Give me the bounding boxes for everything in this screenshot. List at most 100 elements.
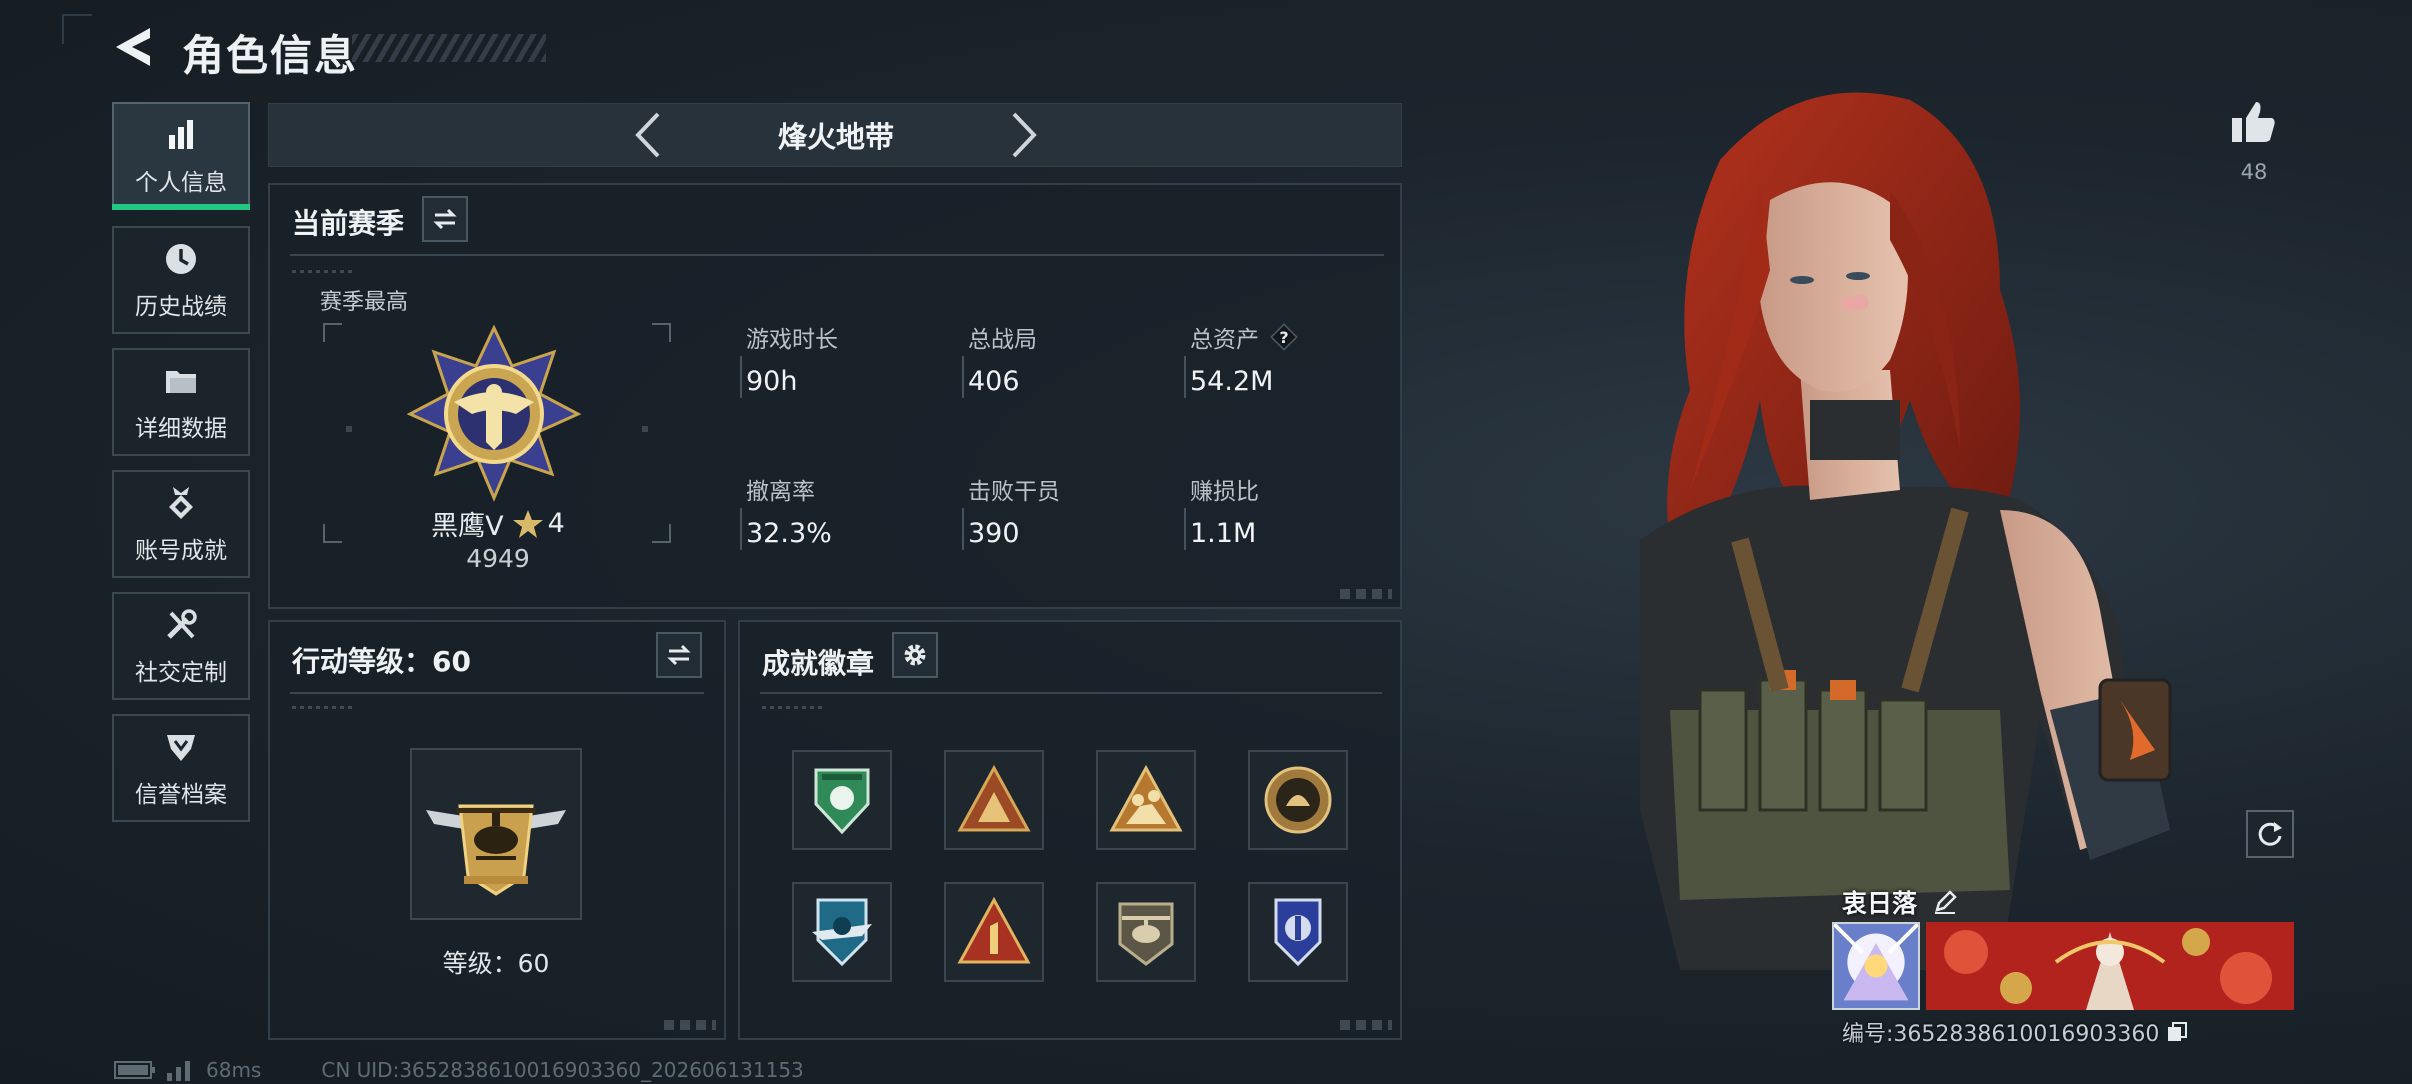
dash-decoration (292, 706, 352, 709)
season-switch-button[interactable] (422, 196, 468, 242)
stat-label: 总战局 (968, 327, 1037, 353)
sidebar-item-social[interactable]: 社交定制 (112, 592, 250, 700)
rotate-model-button[interactable] (2246, 810, 2294, 858)
avatar[interactable] (1832, 922, 1920, 1010)
stat-value: 54.2M (1190, 366, 1274, 397)
sidebar-item-label: 个人信息 (135, 170, 227, 196)
badge-slot[interactable] (1096, 750, 1196, 850)
corner-decoration (664, 1020, 716, 1030)
level-caption: 等级：60 (442, 949, 550, 978)
badge-slot[interactable] (944, 882, 1044, 982)
badge-slot[interactable] (1096, 882, 1196, 982)
mode-next-button[interactable] (1004, 110, 1044, 160)
help-question-icon[interactable]: ? (1269, 322, 1299, 352)
helicopter-wings-emblem-icon (426, 804, 566, 896)
stat-divider (1184, 356, 1186, 398)
history-clock-icon (166, 244, 196, 274)
stat-divider (740, 508, 742, 550)
season-best-label: 赛季最高 (320, 290, 409, 315)
divider (290, 692, 704, 694)
blue-crest-badge-icon (1274, 898, 1322, 967)
sidebar-item-label: 账号成就 (135, 538, 227, 564)
corner-decoration (1340, 1020, 1392, 1030)
stat-divider (740, 356, 742, 398)
mountain-triangle-badge-icon (957, 764, 1031, 832)
badges-settings-button[interactable] (892, 632, 938, 678)
name-card-banner[interactable] (1926, 922, 2294, 1010)
achievement-medal-icon (169, 487, 193, 519)
divider (290, 254, 1384, 256)
gold-coin-badge-icon (1264, 766, 1332, 834)
badge-slot[interactable] (1248, 750, 1348, 850)
sidebar-item-achievements[interactable]: 账号成就 (112, 470, 250, 578)
number-one-triangle-badge-icon (957, 896, 1031, 964)
player-id: 编号:3652838610016903360 (1842, 1022, 2160, 1047)
page-title: 角色信息 (182, 31, 359, 80)
stat-label: 撤离率 (746, 479, 815, 505)
sidebar-item-history[interactable]: 历史战绩 (112, 226, 250, 334)
edit-pencil-icon[interactable] (1931, 888, 1959, 916)
signal-icon (167, 1061, 190, 1081)
stat-label: 赚损比 (1190, 479, 1259, 505)
copy-icon[interactable] (2165, 1020, 2189, 1044)
stat-label-text: 总资产 (1190, 327, 1259, 353)
sidebar-item-label: 历史战绩 (135, 294, 227, 320)
black-hawk-rank-badge-icon (406, 324, 582, 502)
corner-decoration (62, 14, 92, 44)
tools-icon (167, 609, 197, 639)
stat-total-matches: 总战局 406 (968, 320, 1168, 397)
badge-slot[interactable] (1248, 882, 1348, 982)
dash-decoration (292, 270, 352, 273)
stat-value: 90h (746, 366, 798, 397)
stat-value: 32.3% (746, 518, 832, 549)
thumbs-up-icon[interactable] (2228, 96, 2280, 148)
badges-panel-title: 成就徽章 (762, 647, 875, 680)
player-name-row: 衷日落 (1842, 884, 1959, 920)
svg-text:?: ? (1279, 328, 1288, 347)
mode-label: 烽火地带 (777, 120, 894, 154)
level-switch-button[interactable] (656, 632, 702, 678)
folder-icon (166, 371, 196, 393)
corner-decoration (1340, 589, 1392, 599)
rotate-icon (2258, 822, 2282, 846)
season-panel-title: 当前赛季 (292, 207, 405, 240)
character-info-screen: 角色信息 个人信息 历史战绩 详细数据 账号成就 社交定制 信誉档案 烽火地带 … (0, 0, 2412, 1084)
stat-operators-defeated: 击败干员 390 (968, 472, 1168, 549)
stat-extraction-rate: 撤离率 32.3% (746, 472, 946, 549)
stat-play-time: 游戏时长 90h (746, 320, 946, 397)
stat-label: 游戏时长 (746, 327, 838, 353)
stat-value: 390 (968, 518, 1020, 549)
sidebar-item-detailed-data[interactable]: 详细数据 (112, 348, 250, 456)
stat-label: 总资产 ? (1190, 320, 1390, 354)
mode-prev-button[interactable] (628, 110, 668, 160)
like-count: 48 (2240, 160, 2268, 184)
badge-slot[interactable] (792, 882, 892, 982)
stat-total-assets: 总资产 ? 54.2M (1190, 320, 1390, 397)
bar-chart-icon (169, 120, 193, 149)
swap-arrows-icon (667, 644, 691, 666)
stat-divider (1184, 508, 1186, 550)
helicopter-badge-icon (1118, 902, 1174, 966)
badge-slot[interactable] (944, 750, 1044, 850)
sidebar-item-personal-info[interactable]: 个人信息 (112, 102, 250, 210)
stat-label: 击败干员 (968, 479, 1060, 505)
stat-profit-loss: 赚损比 1.1M (1190, 472, 1390, 549)
stat-divider (962, 356, 964, 398)
stat-value: 1.1M (1190, 518, 1257, 549)
divider (760, 692, 1382, 694)
gear-icon (904, 644, 926, 666)
sidebar-item-label: 详细数据 (135, 416, 227, 442)
rank-score: 4949 (466, 544, 530, 573)
battery-icon (114, 1061, 155, 1079)
badge-slot[interactable] (792, 750, 892, 850)
back-arrow-icon[interactable] (110, 24, 156, 70)
sidebar-item-label: 社交定制 (135, 660, 227, 686)
swap-arrows-icon (433, 208, 457, 230)
sidebar-item-credit[interactable]: 信誉档案 (112, 714, 250, 822)
rank-name-row: 黑鹰V 4 (400, 504, 596, 543)
stat-divider (962, 508, 964, 550)
stat-value: 406 (968, 366, 1020, 397)
title-stripe-decoration (352, 34, 546, 62)
player-id-row: 编号:3652838610016903360 (1842, 1016, 2189, 1048)
rank-name: 黑鹰V (431, 511, 504, 542)
